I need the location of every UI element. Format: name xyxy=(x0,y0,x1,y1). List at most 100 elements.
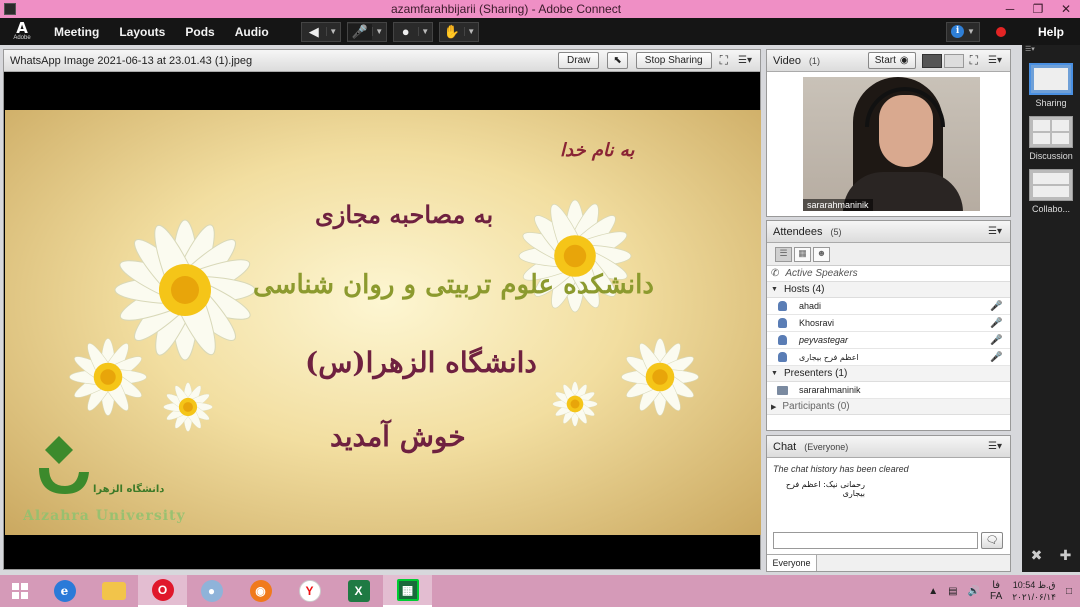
menu-meeting[interactable]: Meeting xyxy=(44,25,109,39)
start-button[interactable] xyxy=(0,575,40,607)
layout-discussion[interactable]: Discussion xyxy=(1022,116,1080,161)
start-webcam-label: Start xyxy=(874,55,896,66)
chevron-down-icon[interactable]: ▼ xyxy=(325,27,340,36)
taskbar-firefox[interactable]: ◉ xyxy=(236,575,285,607)
close-button[interactable]: ✕ xyxy=(1052,2,1080,16)
draw-button[interactable]: Draw xyxy=(558,52,600,69)
attendee-name: peyvastegar xyxy=(799,335,849,345)
active-speakers-label: Active Speakers xyxy=(785,268,858,279)
layout-collaboration[interactable]: Collabo... xyxy=(1022,169,1080,214)
language-fa-label: فا xyxy=(992,580,1001,591)
attendee-row[interactable]: اعظم فرح بیجاری 🎤 xyxy=(767,349,1010,366)
video-area: sararahmaninik xyxy=(767,72,1010,216)
menu-pods[interactable]: Pods xyxy=(175,25,224,39)
app-menubar: A Adobe Meeting Layouts Pods Audio ◀ ▼ 🎤… xyxy=(0,18,1080,45)
flower-decoration xyxy=(69,338,147,416)
hosts-section[interactable]: ▼ Hosts (4) xyxy=(767,282,1010,298)
layout-label: Discussion xyxy=(1029,151,1073,161)
chat-message: رحمانی نیک: اعظم فرح بیجاری xyxy=(785,480,865,498)
attendee-row[interactable]: sararahmaninik xyxy=(767,382,1010,399)
info-button[interactable]: i ▼ xyxy=(946,21,980,42)
chat-tab-everyone[interactable]: Everyone xyxy=(767,555,817,571)
taskbar-excel[interactable]: X xyxy=(334,575,383,607)
help-menu[interactable]: Help xyxy=(1022,25,1080,39)
presenter-user-icon xyxy=(775,384,789,396)
video-pod: Video (1) Start ◉ ⛶ ☰▾ sararahmaninik xyxy=(766,49,1011,217)
chat-pod-header: Chat (Everyone) ☰▾ xyxy=(767,436,1010,458)
taskbar-opera[interactable]: O xyxy=(138,575,187,607)
attendee-name: ahadi xyxy=(799,301,822,311)
mic-muted-icon: 🎤 xyxy=(990,334,1003,346)
slide-line-interview: به مصاحبه مجازی xyxy=(315,200,494,229)
raise-hand-icon: ✋ xyxy=(443,23,460,39)
add-layout-icon[interactable]: ✚ xyxy=(1060,547,1072,564)
university-name-fa: دانشگاه الزهرا xyxy=(93,484,165,495)
share-pod: WhatsApp Image 2021-06-13 at 23.01.43 (1… xyxy=(3,49,761,570)
taskbar-paint[interactable]: ● xyxy=(187,575,236,607)
grid-layout-icon[interactable] xyxy=(921,53,942,68)
participants-section[interactable]: ▶ Participants (0) xyxy=(767,399,1010,415)
slide-line-faculty: دانشکده علوم تربیتی و روان شناسی xyxy=(253,270,654,300)
list-view-icon[interactable]: ☰ xyxy=(775,246,792,262)
network-icon[interactable]: ▤ xyxy=(948,586,957,597)
single-layout-icon[interactable] xyxy=(943,53,964,68)
taskbar-file-explorer[interactable] xyxy=(89,575,138,607)
taskbar-yandex[interactable]: Y xyxy=(285,575,334,607)
presenters-section[interactable]: ▼ Presenters (1) xyxy=(767,366,1010,382)
start-webcam-button[interactable]: Start ◉ xyxy=(867,52,916,69)
attendee-row[interactable]: ahadi 🎤 xyxy=(767,298,1010,315)
share-pod-title: WhatsApp Image 2021-06-13 at 23.01.43 (1… xyxy=(10,54,253,67)
pointer-icon: ⬉ xyxy=(613,55,622,66)
chat-footer: Everyone xyxy=(767,554,1010,571)
layout-sharing[interactable]: Sharing xyxy=(1022,63,1080,108)
chevron-down-icon[interactable]: ▼ xyxy=(417,27,432,36)
attendee-name: اعظم فرح بیجاری xyxy=(799,352,859,362)
taskbar-internet-explorer[interactable]: e xyxy=(40,575,89,607)
attendees-view-toolbar: ☰ ▦ ☻ xyxy=(767,243,1010,266)
taskbar-clock[interactable]: 10:54 ق.ظ ۲۰۲۱/۰۶/۱۴ xyxy=(1012,579,1056,603)
language-code-label: FA xyxy=(990,591,1003,602)
flower-decoration xyxy=(518,199,632,313)
stop-sharing-button[interactable]: Stop Sharing xyxy=(635,52,712,69)
pointer-button[interactable]: ⬉ xyxy=(607,52,628,69)
speaker-control[interactable]: ◀ ▼ xyxy=(300,21,341,42)
menu-audio[interactable]: Audio xyxy=(225,25,279,39)
raise-hand-control[interactable]: ✋ ▼ xyxy=(438,21,479,42)
restore-button[interactable]: ❐ xyxy=(1024,2,1052,16)
pod-menu-icon[interactable]: ☰▾ xyxy=(988,226,1002,237)
chevron-down-icon[interactable]: ▼ xyxy=(371,27,386,36)
clock-date: ۲۰۲۱/۰۶/۱۴ xyxy=(1012,592,1056,602)
record-indicator-icon[interactable] xyxy=(996,26,1006,37)
pod-menu-icon[interactable]: ☰▾ xyxy=(738,55,752,66)
mic-active-icon: 🎤 xyxy=(990,317,1003,329)
minimize-button[interactable]: ─ xyxy=(996,2,1024,16)
breakout-view-icon[interactable]: ▦ xyxy=(794,246,811,262)
language-indicator[interactable]: فا FA xyxy=(990,580,1002,602)
folder-icon xyxy=(101,582,126,600)
webcam-control[interactable]: ● ▼ xyxy=(392,21,433,42)
fullscreen-icon[interactable]: ⛶ xyxy=(720,53,728,68)
chevron-up-icon[interactable]: ▲ xyxy=(928,586,938,597)
attendee-row[interactable]: peyvastegar 🎤 xyxy=(767,332,1010,349)
menu-layouts[interactable]: Layouts xyxy=(109,25,175,39)
microphone-control[interactable]: 🎤 ▼ xyxy=(346,21,387,42)
chevron-down-icon[interactable]: ▼ xyxy=(463,27,478,36)
layouts-bar-menu-icon[interactable]: ☰▾ xyxy=(1022,45,1080,55)
pod-menu-icon[interactable]: ☰▾ xyxy=(988,441,1002,452)
status-view-icon[interactable]: ☻ xyxy=(813,246,830,262)
volume-icon[interactable]: 🔊 xyxy=(968,586,980,597)
send-message-button[interactable]: 🗨 xyxy=(981,532,1003,549)
excel-icon: X xyxy=(347,580,370,602)
fullscreen-icon[interactable]: ⛶ xyxy=(970,53,978,68)
taskbar-adobe-connect[interactable]: ▦ xyxy=(383,575,432,607)
chat-scope-label: (Everyone) xyxy=(804,441,849,452)
tools-icon[interactable]: ✖ xyxy=(1031,547,1043,564)
notifications-icon[interactable]: □ xyxy=(1066,586,1072,597)
clock-time: 10:54 ق.ظ xyxy=(1012,580,1056,590)
pod-menu-icon[interactable]: ☰▾ xyxy=(988,55,1002,66)
mic-muted-icon: 🎤 xyxy=(990,300,1003,312)
host-user-icon xyxy=(775,317,789,329)
chat-input[interactable] xyxy=(773,532,978,549)
attendee-row[interactable]: Khosravi 🎤 xyxy=(767,315,1010,332)
microphone-icon: 🎤 xyxy=(347,23,372,40)
